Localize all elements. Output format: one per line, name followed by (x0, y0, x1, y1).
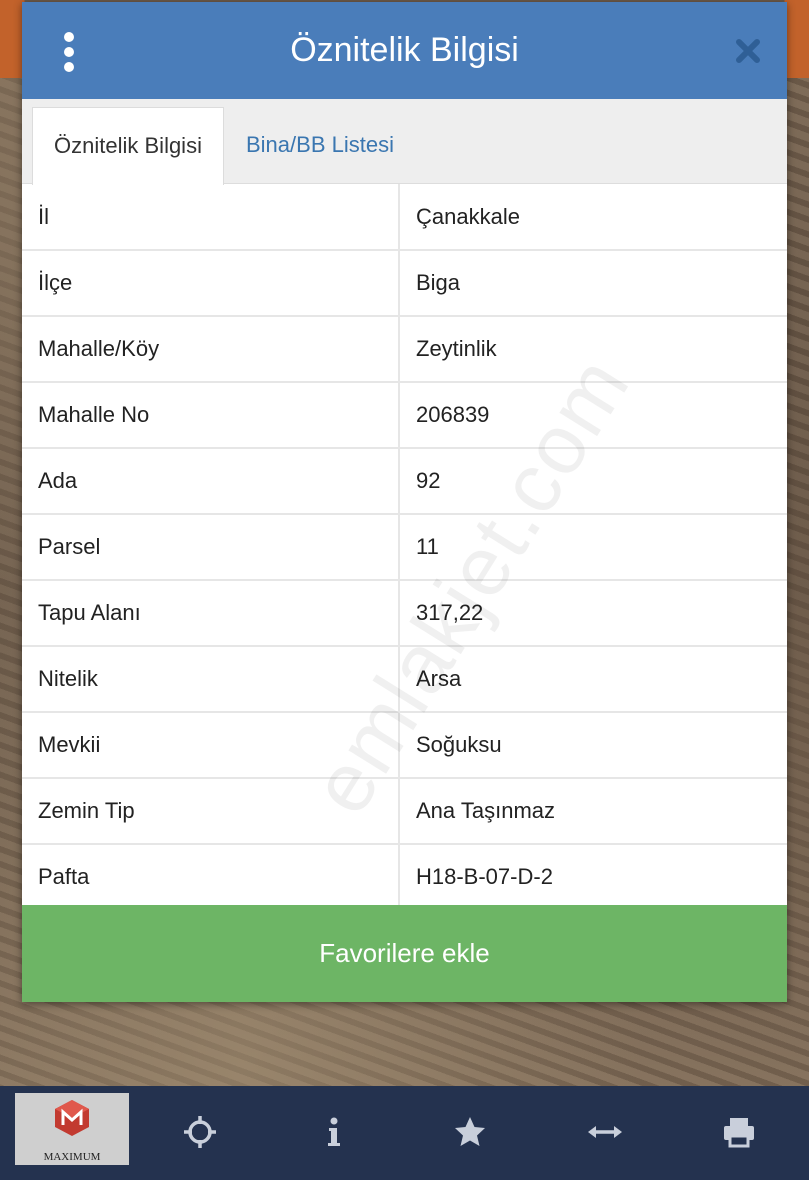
attribute-key: Mahalle No (22, 382, 400, 449)
attribute-value: Zeytinlik (399, 316, 787, 383)
attribute-value: Arsa (399, 646, 787, 713)
tab-attribute-info[interactable]: Öznitelik Bilgisi (32, 107, 224, 185)
attribute-key: Tapu Alanı (22, 580, 400, 647)
table-row: Mevkii Soğuksu (22, 712, 787, 779)
table-row: İlçe Biga (22, 250, 787, 317)
star-icon[interactable] (450, 1112, 490, 1152)
attribute-value: Soğuksu (399, 712, 787, 779)
tab-building-list[interactable]: Bina/BB Listesi (246, 107, 394, 183)
info-icon[interactable] (314, 1112, 354, 1152)
attribute-key: Zemin Tip (22, 778, 400, 845)
table-row: Parsel 11 (22, 514, 787, 581)
table-row: Pafta H18-B-07-D-2 (22, 844, 787, 911)
dialog-header: Öznitelik Bilgisi (22, 2, 787, 99)
attribute-key: İl (22, 184, 400, 251)
table-row: Mahalle No 206839 (22, 382, 787, 449)
maximum-logo-mark (55, 1100, 89, 1136)
bottom-toolbar: MAXIMUM (0, 1086, 809, 1180)
print-icon[interactable] (719, 1112, 759, 1152)
maximum-logo[interactable]: MAXIMUM (15, 1093, 129, 1165)
dialog-title: Öznitelik Bilgisi (290, 31, 519, 69)
table-row: Nitelik Arsa (22, 646, 787, 713)
table-row: Zemin Tip Ana Taşınmaz (22, 778, 787, 845)
attribute-value: 11 (399, 514, 787, 581)
measure-icon[interactable] (585, 1112, 625, 1152)
add-to-favorites-button[interactable]: Favorilere ekle (22, 905, 787, 1002)
attribute-value: 92 (399, 448, 787, 515)
attribute-table: İl Çanakkale İlçe Biga Mahalle/Köy Zeyti… (22, 184, 787, 911)
attribute-key: Pafta (22, 844, 400, 911)
attribute-key: Nitelik (22, 646, 400, 713)
table-row: Tapu Alanı 317,22 (22, 580, 787, 647)
attribute-key: İlçe (22, 250, 400, 317)
more-vertical-icon[interactable] (56, 32, 82, 72)
attribute-value: 206839 (399, 382, 787, 449)
table-row: Ada 92 (22, 448, 787, 515)
logo-text: MAXIMUM (43, 1151, 101, 1163)
attribute-value: Biga (399, 250, 787, 317)
attribute-value: H18-B-07-D-2 (399, 844, 787, 911)
tab-bar: Öznitelik Bilgisi Bina/BB Listesi (22, 99, 787, 185)
attribute-key: Mahalle/Köy (22, 316, 400, 383)
attribute-key: Mevkii (22, 712, 400, 779)
attribute-value: 317,22 (399, 580, 787, 647)
attribute-value: Ana Taşınmaz (399, 778, 787, 845)
table-row: Mahalle/Köy Zeytinlik (22, 316, 787, 383)
crosshair-icon[interactable] (180, 1112, 220, 1152)
attribute-info-dialog: Öznitelik Bilgisi Öznitelik Bilgisi Bina… (22, 2, 787, 1002)
attribute-value: Çanakkale (399, 184, 787, 251)
attribute-key: Ada (22, 448, 400, 515)
attribute-key: Parsel (22, 514, 400, 581)
close-icon[interactable] (735, 38, 761, 64)
table-row: İl Çanakkale (22, 184, 787, 251)
